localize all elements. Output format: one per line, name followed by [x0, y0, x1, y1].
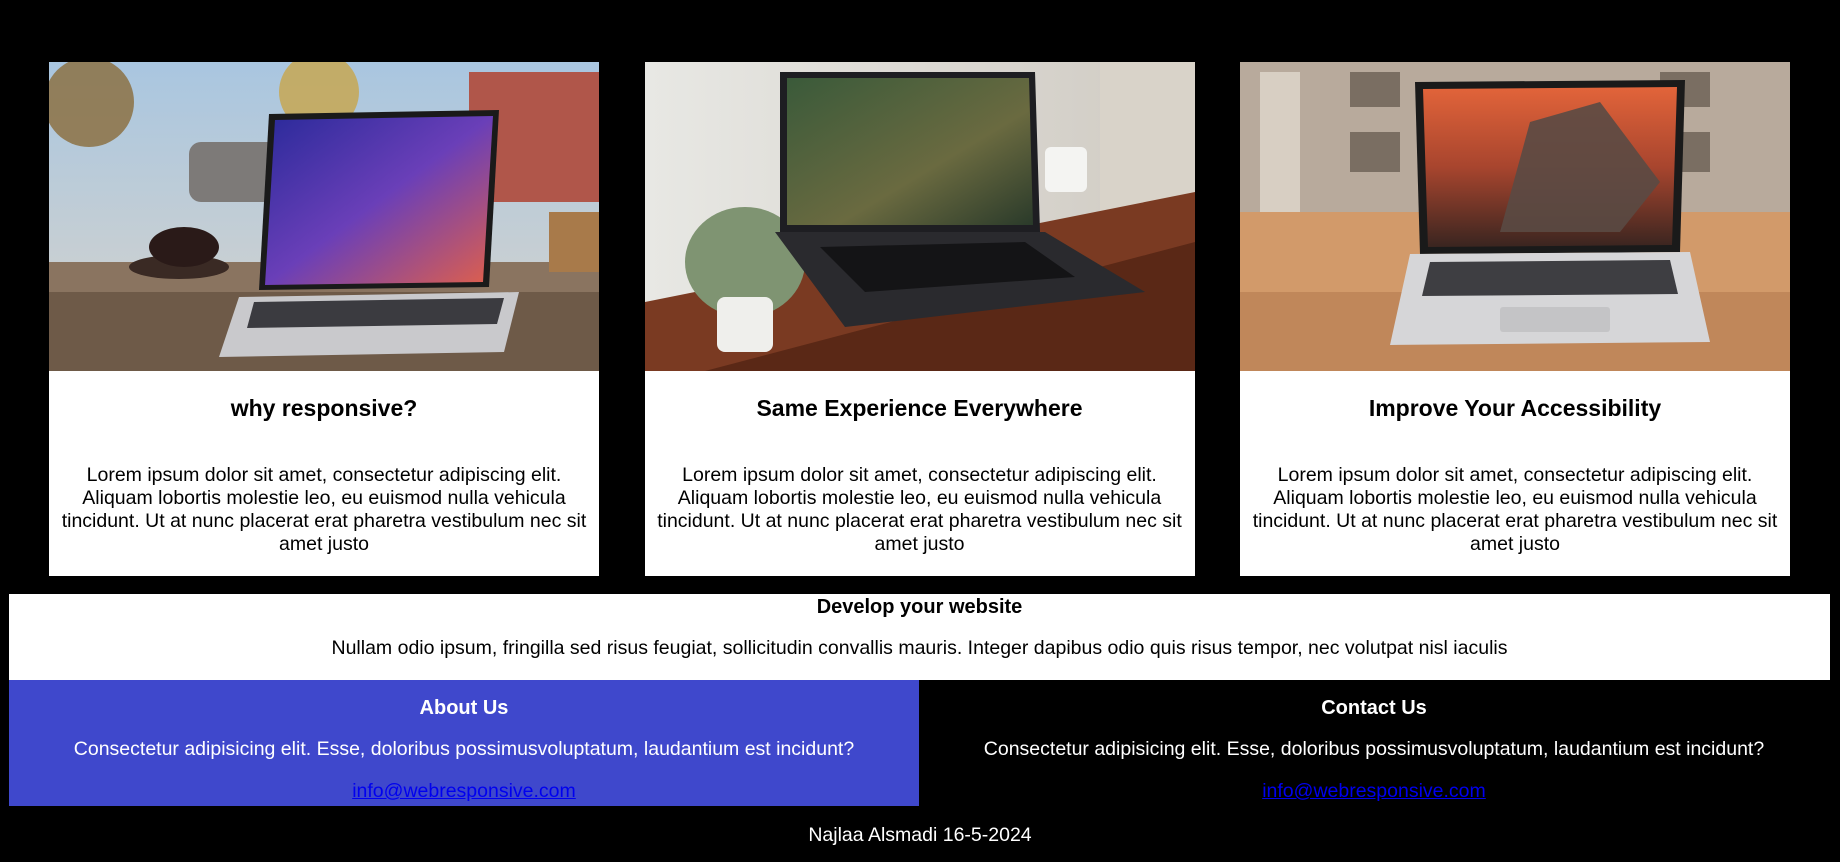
- card-title: Improve Your Accessibility: [1368, 395, 1662, 421]
- develop-title: Develop your website: [816, 596, 1023, 618]
- footer-columns: About Us Consectetur adipisicing elit. E…: [9, 680, 1830, 806]
- card-text: Lorem ipsum dolor sit amet, consectetur …: [1252, 464, 1778, 555]
- develop-section: Develop your website Nullam odio ipsum, …: [9, 594, 1830, 680]
- contact-us-section: Contact Us Consectetur adipisicing elit.…: [919, 680, 1829, 806]
- page: why responsive? Lorem ipsum dolor sit am…: [0, 0, 1840, 862]
- feature-card-same-experience: Same Experience Everywhere Lorem ipsum d…: [644, 62, 1195, 576]
- card-text: Lorem ipsum dolor sit amet, consectetur …: [657, 464, 1182, 555]
- contact-us-title: Contact Us: [1321, 697, 1427, 719]
- laptop-mountain-photo: [1240, 62, 1790, 371]
- feature-card-accessibility: Improve Your Accessibility Lorem ipsum d…: [1240, 62, 1790, 576]
- card-title: why responsive?: [230, 395, 418, 421]
- contact-us-text: Consectetur adipisicing elit. Esse, dolo…: [983, 738, 1765, 760]
- author-credit: Najlaa Alsmadi 16-5-2024: [808, 824, 1032, 846]
- feature-card-why-responsive: why responsive? Lorem ipsum dolor sit am…: [49, 62, 599, 576]
- about-us-text: Consectetur adipisicing elit. Esse, dolo…: [73, 738, 855, 760]
- contact-email-link[interactable]: info@webresponsive.com: [1262, 780, 1486, 802]
- about-us-title: About Us: [419, 697, 509, 719]
- laptop-outdoor-photo: [49, 62, 599, 371]
- develop-text: Nullam odio ipsum, fringilla sed risus f…: [331, 637, 1508, 659]
- card-title: Same Experience Everywhere: [756, 395, 1083, 421]
- about-us-section: About Us Consectetur adipisicing elit. E…: [9, 680, 919, 806]
- about-email-link[interactable]: info@webresponsive.com: [352, 780, 576, 802]
- card-text: Lorem ipsum dolor sit amet, consectetur …: [61, 464, 587, 555]
- feature-cards: why responsive? Lorem ipsum dolor sit am…: [49, 62, 1790, 576]
- laptop-desk-plant-photo: [644, 62, 1195, 371]
